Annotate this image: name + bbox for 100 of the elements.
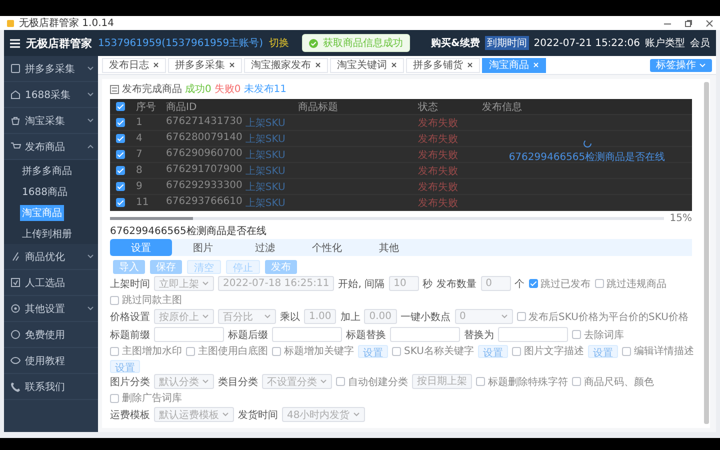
sku-link[interactable]: 上架SKU xyxy=(245,180,286,194)
input-field[interactable]: 按日期上架 xyxy=(412,374,472,389)
select-field[interactable]: 0 xyxy=(454,309,513,324)
close-icon[interactable] xyxy=(467,62,473,68)
scrollbar[interactable] xyxy=(704,82,709,424)
close-icon[interactable] xyxy=(315,62,321,68)
menu-icon[interactable] xyxy=(10,38,20,48)
checkbox[interactable] xyxy=(622,346,631,356)
select-field[interactable]: 默认运费模板 xyxy=(154,407,234,422)
checklist-icon xyxy=(10,277,21,288)
input-field[interactable]: 0 xyxy=(480,276,511,291)
select-field[interactable]: 按原价上 xyxy=(154,309,214,324)
checkbox[interactable] xyxy=(516,312,526,321)
settings-button[interactable]: 设置 xyxy=(588,344,618,358)
input-field[interactable]: 1.00 xyxy=(304,309,336,324)
tab[interactable]: 个性化 xyxy=(296,239,358,256)
caret-icon xyxy=(699,62,706,68)
checkbox[interactable] xyxy=(392,346,401,356)
checkbox[interactable] xyxy=(272,346,281,356)
input-field[interactable] xyxy=(154,327,224,342)
select-field[interactable]: 立即上架 xyxy=(154,276,214,291)
close-icon[interactable] xyxy=(229,62,235,68)
sku-link[interactable]: 上架SKU xyxy=(245,148,286,162)
input-field[interactable] xyxy=(390,327,460,342)
status-text: 发布失败 xyxy=(418,132,459,146)
app-icon xyxy=(6,18,15,28)
input-field[interactable]: 10 xyxy=(388,276,419,291)
select-field[interactable]: 48小时内发货 xyxy=(282,407,365,422)
input-field[interactable]: 0.00 xyxy=(364,309,397,324)
checkbox[interactable] xyxy=(476,377,485,386)
account-type: 会员 xyxy=(690,37,710,50)
unit-text: 加上 xyxy=(340,310,360,324)
input-field[interactable]: 2022-07-18 16:25:11 xyxy=(218,276,334,291)
tab[interactable]: 发布日志 xyxy=(102,58,166,72)
checkbox[interactable] xyxy=(572,330,581,339)
checkbox-label: 跳过违规商品 xyxy=(606,278,667,290)
checkbox[interactable] xyxy=(116,102,125,111)
close-icon[interactable] xyxy=(705,18,714,28)
checkbox[interactable] xyxy=(528,279,538,288)
select-field[interactable]: 默认分类 xyxy=(154,374,214,389)
status-text: 发布失败 xyxy=(418,116,459,130)
caret-icon xyxy=(320,379,327,384)
tab[interactable]: 淘宝商品 xyxy=(482,58,546,72)
tab[interactable]: 其他 xyxy=(358,239,420,256)
checkbox[interactable] xyxy=(110,296,119,304)
sku-link[interactable]: 上架SKU xyxy=(245,116,286,130)
restore-icon[interactable] xyxy=(684,18,693,28)
brush-icon xyxy=(10,251,21,262)
checkbox[interactable] xyxy=(116,182,125,191)
checkbox[interactable] xyxy=(116,150,125,159)
checkbox[interactable] xyxy=(572,377,581,386)
tab[interactable]: 拼多多采集 xyxy=(168,58,242,72)
tab[interactable]: 淘宝关键词 xyxy=(330,58,404,72)
checkbox-label: 编辑详情描述 xyxy=(634,344,694,358)
product-id: 676293766610 xyxy=(166,196,242,208)
fail-count: 失败0 xyxy=(214,82,241,96)
input-field[interactable] xyxy=(498,327,568,342)
sku-link[interactable]: 上架SKU xyxy=(245,196,286,210)
select-field[interactable]: 不设置分类 xyxy=(262,374,332,389)
sidebar-subitem[interactable]: 淘宝商品 xyxy=(20,204,64,220)
settings-button[interactable]: 设置 xyxy=(358,344,388,358)
checkbox[interactable] xyxy=(116,134,125,143)
account-link[interactable]: 1537961959(1537961959主账号) xyxy=(98,36,264,50)
checkbox[interactable] xyxy=(110,394,119,402)
checkbox[interactable] xyxy=(116,118,125,127)
checkbox-label: 跳过已发布 xyxy=(540,278,591,290)
checkbox-label: 去除词库 xyxy=(584,328,624,342)
select-field[interactable]: 百分比 xyxy=(218,309,276,324)
status-text: 发布失败 xyxy=(418,180,459,194)
checkbox[interactable] xyxy=(116,198,125,207)
tab[interactable]: 图片 xyxy=(172,239,234,256)
product-id: 676292933300 xyxy=(166,180,242,192)
action-button[interactable]: 发布 xyxy=(265,260,297,274)
input-field[interactable] xyxy=(272,327,342,342)
unit-text: 开始, 间隔 xyxy=(338,278,385,290)
checkbox[interactable] xyxy=(116,166,125,175)
settings-button[interactable]: 设置 xyxy=(110,360,140,373)
sku-link[interactable]: 上架SKU xyxy=(245,164,286,178)
switch-link[interactable]: 切换 xyxy=(269,36,290,50)
checkbox-label: 商品尺码、颜色 xyxy=(584,376,654,388)
buy-renew-link[interactable]: 购买&续费 xyxy=(431,36,480,50)
tab-actions-dropdown[interactable]: 标签操作 xyxy=(650,58,712,72)
sku-link[interactable]: 上架SKU xyxy=(245,132,286,146)
checkbox[interactable] xyxy=(594,279,604,288)
checkbox[interactable] xyxy=(512,346,521,356)
checkbox[interactable] xyxy=(110,346,119,356)
checkbox[interactable] xyxy=(336,377,345,386)
field-label: 图片分类 xyxy=(110,376,150,388)
action-button[interactable]: 导入 xyxy=(113,260,145,274)
tab[interactable]: 过滤 xyxy=(234,239,296,256)
checkbox[interactable] xyxy=(186,346,195,356)
table-cell-text: 7 xyxy=(136,149,144,160)
tab[interactable]: 设置 xyxy=(110,239,172,256)
tab[interactable]: 淘宝搬家发布 xyxy=(244,58,328,72)
action-button[interactable]: 保存 xyxy=(150,260,182,274)
settings-button[interactable]: 设置 xyxy=(478,344,508,358)
unit-text: 个 xyxy=(514,278,525,290)
close-icon[interactable] xyxy=(391,62,397,68)
tab[interactable]: 拼多多铺货 xyxy=(406,58,480,72)
close-icon[interactable] xyxy=(153,62,159,68)
